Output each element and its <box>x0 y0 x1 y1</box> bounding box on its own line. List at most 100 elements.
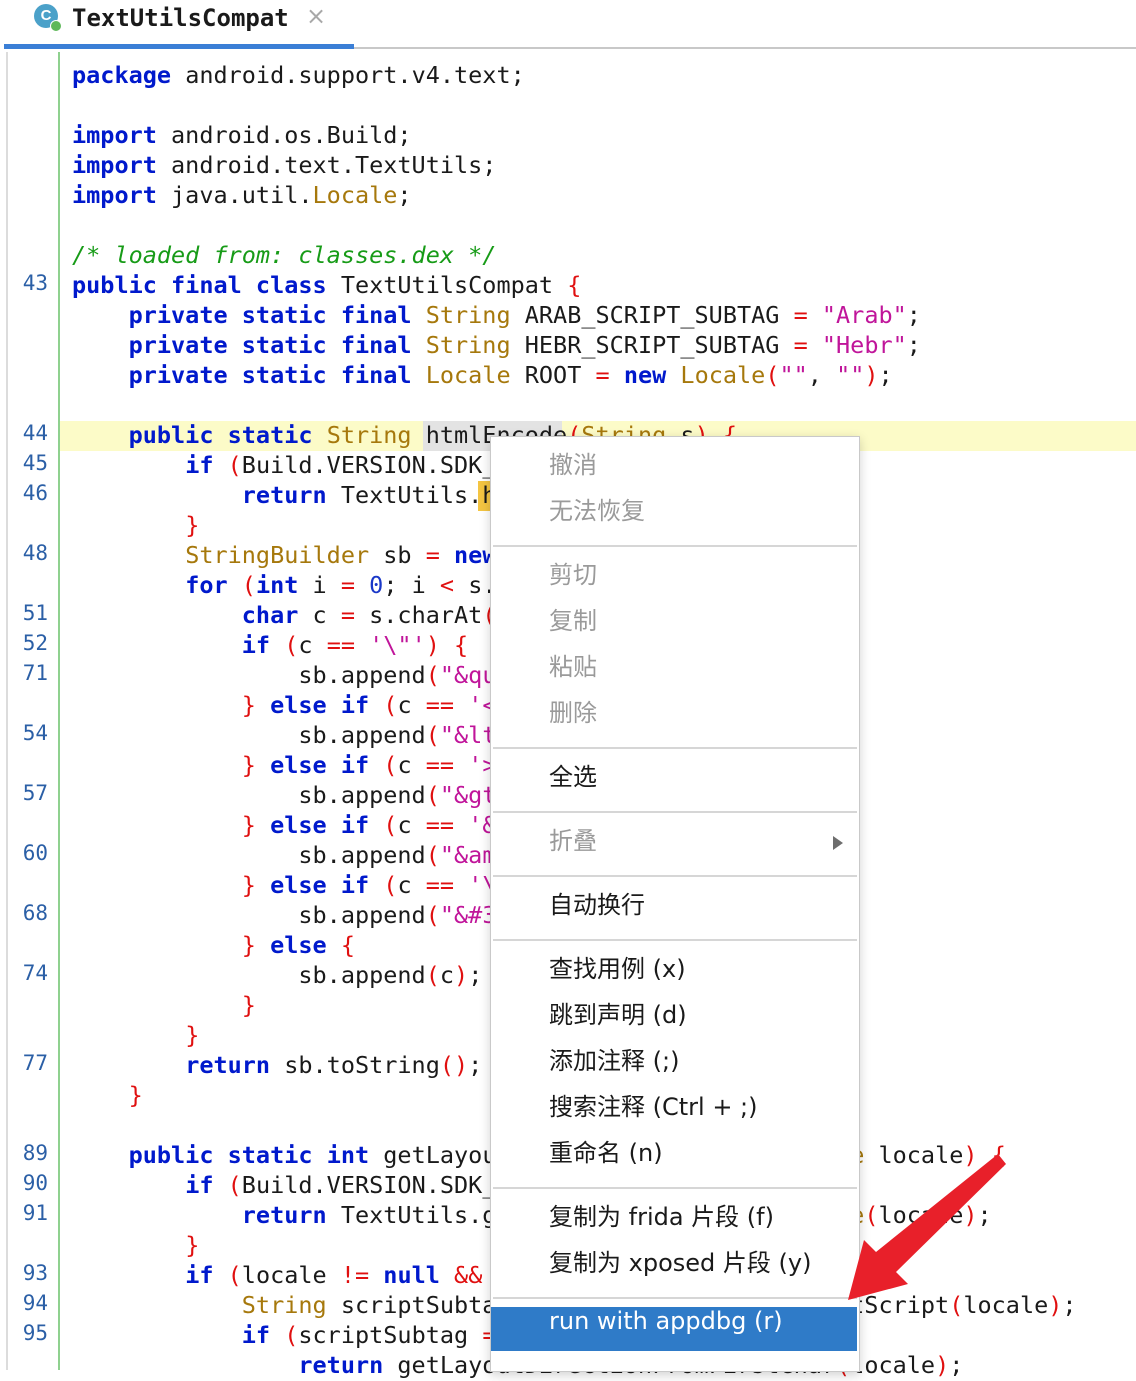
code-token: ; <box>468 961 483 989</box>
code-token: android.text.TextUtils; <box>156 151 497 179</box>
code-token: /* loaded from: classes.dex */ <box>72 241 497 269</box>
menu-item-label: 剪切 <box>549 561 597 589</box>
code-token: "Arab" <box>821 301 907 329</box>
tab-title: TextUtilsCompat <box>72 4 289 32</box>
code-token: String <box>425 331 511 359</box>
menu-item-undo[interactable]: 撤消 <box>491 445 857 489</box>
code-line: private static final String ARAB_SCRIPT_… <box>72 301 1077 331</box>
code-token: { <box>567 271 582 299</box>
code-token: Build.VERSION.SDK_ <box>241 451 497 479</box>
line-number: 48 <box>22 541 48 565</box>
code-token: = <box>425 541 440 569</box>
menu-item-goto-declaration[interactable]: 跳到声明 (d) <box>491 995 857 1039</box>
menu-item-copy-as-xposed[interactable]: 复制为 xposed 片段 (y) <box>491 1243 857 1287</box>
code-token: "&am <box>439 841 497 869</box>
menu-item-redo[interactable]: 无法恢复 <box>491 491 857 535</box>
tab-textutilscompat[interactable]: C TextUtilsCompat × <box>4 0 354 44</box>
line-number <box>8 1021 48 1051</box>
line-number: 54 <box>22 721 48 745</box>
menu-item-run-with-appdbg[interactable]: run with appdbg (r) <box>491 1307 857 1351</box>
menu-item-delete[interactable]: 删除 <box>491 693 857 737</box>
code-token: c <box>397 871 426 899</box>
code-token: if <box>185 1261 214 1289</box>
code-token: c <box>298 631 327 659</box>
line-number: 52 <box>22 631 48 655</box>
gutter-separator <box>58 52 60 1370</box>
code-token: else if <box>270 691 370 719</box>
code-token: ( <box>383 751 398 779</box>
menu-item-find-usages[interactable]: 查找用例 (x) <box>491 949 857 993</box>
code-token: c <box>397 811 426 839</box>
code-token: return <box>241 481 327 509</box>
menu-separator <box>493 875 857 877</box>
menu-item-label: 重命名 (n) <box>549 1139 663 1167</box>
code-token: java.util. <box>156 181 313 209</box>
line-number <box>8 871 48 901</box>
code-token: 0 <box>369 571 384 599</box>
code-token: sb.append <box>72 961 426 989</box>
menu-item-select-all[interactable]: 全选 <box>491 757 857 801</box>
menu-item-fold[interactable]: 折叠 <box>491 821 857 865</box>
code-token: ( <box>425 661 440 689</box>
code-token: sb.append <box>72 901 426 929</box>
code-token: ; <box>468 1051 483 1079</box>
code-token: Build.VERSION.SDK_ <box>241 1171 497 1199</box>
menu-item-add-comment[interactable]: 添加注释 (;) <box>491 1041 857 1085</box>
code-token: Locale <box>312 181 398 209</box>
line-number: 60 <box>22 841 48 865</box>
menu-item-word-wrap[interactable]: 自动换行 <box>491 885 857 929</box>
code-token: String <box>425 301 511 329</box>
code-token: != <box>340 1261 370 1289</box>
menu-item-label: 折叠 <box>549 827 597 855</box>
code-token: locale <box>241 1261 341 1289</box>
menu-item-label: run with appdbg (r) <box>549 1307 783 1335</box>
line-number <box>8 1231 48 1261</box>
menu-item-rename[interactable]: 重命名 (n) <box>491 1133 857 1177</box>
code-token: ( <box>425 901 440 929</box>
menu-item-copy-as-frida[interactable]: 复制为 frida 片段 (f) <box>491 1197 857 1241</box>
code-token: import <box>72 121 157 149</box>
menu-item-paste[interactable]: 粘贴 <box>491 647 857 691</box>
class-badge-icon <box>50 20 62 32</box>
code-token: if <box>185 451 214 479</box>
line-number: 71 <box>22 661 48 685</box>
code-token: = <box>595 361 610 389</box>
menu-item-search-comments[interactable]: 搜索注释 (Ctrl + ;) <box>491 1087 857 1131</box>
code-token: sb.append <box>72 661 426 689</box>
menu-separator <box>493 811 857 813</box>
menu-item-cut[interactable]: 剪切 <box>491 555 857 599</box>
code-token: () <box>439 1051 469 1079</box>
code-token: = <box>340 571 356 599</box>
menu-item-label: 粘贴 <box>549 653 597 681</box>
close-icon[interactable]: × <box>306 2 326 30</box>
line-number: 90 <box>22 1171 48 1195</box>
code-token: ; <box>397 181 412 209</box>
line-number: 46 <box>22 481 48 505</box>
code-line: import android.os.Build; <box>72 121 1077 151</box>
code-line: package android.support.v4.text; <box>72 61 1077 91</box>
code-token: } <box>241 871 256 899</box>
code-token: else if <box>270 871 370 899</box>
menu-item-copy[interactable]: 复制 <box>491 601 857 645</box>
code-token: } <box>128 1081 143 1109</box>
code-token: sb <box>369 541 426 569</box>
code-token: = <box>793 301 808 329</box>
line-number <box>8 511 48 541</box>
code-token: ( <box>383 811 398 839</box>
